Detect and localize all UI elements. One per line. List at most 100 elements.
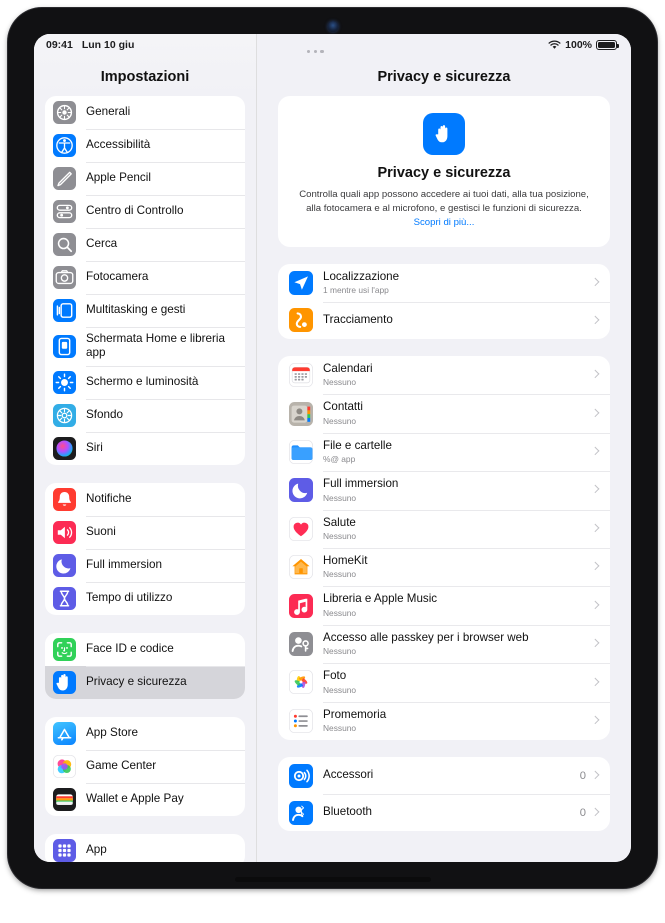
chevron-right-icon [592, 446, 599, 457]
content-header: Privacy e sicurezza [257, 34, 631, 96]
chevron-right-icon [592, 600, 599, 611]
learn-more-link[interactable]: Scopri di più... [414, 217, 475, 228]
chevron-right-icon [592, 370, 599, 381]
settings-row-bluetooth[interactable]: Bluetooth 0 [278, 794, 610, 831]
sidebar-item-notifiche[interactable]: Notifiche [45, 483, 245, 516]
settings-row-subtitle: Nessuno [323, 569, 357, 580]
settings-row-subtitle: 1 mentre usi l'app [323, 285, 389, 296]
sidebar-item-fotocamera[interactable]: Fotocamera [45, 261, 245, 294]
music-note-icon [289, 593, 313, 618]
sidebar-item-label: Centro di Controllo [86, 204, 184, 218]
sidebar-item-privacy-e-sicurezza[interactable]: Privacy e sicurezza [45, 665, 245, 699]
chevron-right-icon [592, 639, 599, 650]
speaker-icon [53, 520, 76, 544]
settings-row-title: Calendari [323, 361, 373, 375]
heart-icon [289, 516, 313, 541]
hero-description: Controlla quali app possono accedere ai … [298, 188, 590, 231]
chevron-right-icon [592, 523, 599, 534]
sidebar-item-game-center[interactable]: Game Center [45, 749, 245, 783]
sidebar-item-label: Multitasking e gesti [86, 303, 186, 317]
sidebar-item-apple-pencil[interactable]: Apple Pencil [45, 162, 245, 195]
settings-row-contatti[interactable]: Contatti Nessuno [278, 394, 610, 432]
sidebar-group: Notifiche Suoni Full immersion Tempo di uti… [45, 482, 245, 615]
sidebar-item-label: Full immersion [86, 557, 162, 571]
sidebar-item-face-id-e-codice[interactable]: Face ID e codice [45, 633, 245, 666]
sidebar-item-wallet-e-apple-pay[interactable]: Wallet e Apple Pay [45, 782, 245, 816]
home-indicator[interactable] [234, 877, 431, 882]
game-center-icon [53, 754, 76, 778]
settings-row-libreria-e-apple-music[interactable]: Libreria e Apple Music Nessuno [278, 586, 610, 624]
settings-row-tracciamento[interactable]: Tracciamento [278, 301, 610, 339]
settings-row-text: Salute Nessuno [323, 516, 592, 542]
content-pane: Privacy e sicurezza Privacy e sicurezza … [257, 34, 631, 862]
settings-row-accessori[interactable]: Accessori 0 [278, 757, 610, 794]
house-icon [289, 555, 313, 580]
settings-row-calendari[interactable]: Calendari Nessuno [278, 356, 610, 394]
sidebar-item-app[interactable]: App [45, 834, 245, 862]
sidebar-scroll-area[interactable]: Generali Accessibilità Apple Pencil Centro … [34, 96, 256, 862]
sidebar-item-label: Fotocamera [86, 270, 149, 284]
sidebar-item-tempo-di-utilizzo[interactable]: Tempo di utilizzo [45, 581, 245, 615]
sidebar-group: Generali Accessibilità Apple Pencil Centro … [45, 96, 245, 465]
pencil-icon [53, 167, 76, 190]
settings-row-full-immersion[interactable]: Full immersion Nessuno [278, 471, 610, 509]
multitask-dots-icon[interactable] [307, 50, 324, 54]
content-page-title: Privacy e sicurezza [377, 69, 511, 85]
settings-row-subtitle: Nessuno [323, 723, 357, 734]
settings-row-text: File e cartelle %@ app [323, 439, 592, 465]
chevron-right-icon [592, 677, 599, 688]
hero-description-text: Controlla quali app possono accedere ai … [299, 189, 589, 215]
sidebar-item-label: Accessibilità [86, 138, 151, 152]
sidebar-item-suoni[interactable]: Suoni [45, 515, 245, 549]
settings-row-title: Promemoria [323, 707, 387, 721]
home-screen-icon [53, 334, 76, 358]
sidebar-item-app-store[interactable]: App Store [45, 717, 245, 750]
bell-icon [53, 487, 76, 511]
sidebar-item-accessibilit[interactable]: Accessibilità [45, 129, 245, 162]
sidebar-item-label: Cerca [86, 237, 118, 251]
settings-row-subtitle: Nessuno [323, 415, 357, 426]
photos-icon [289, 670, 313, 695]
sidebar-item-cerca[interactable]: Cerca [45, 228, 245, 261]
sidebar-header: Impostazioni [34, 34, 256, 96]
settings-row-homekit[interactable]: HomeKit Nessuno [278, 548, 610, 586]
content-scroll-area[interactable]: Privacy e sicurezza Controlla quali app … [257, 96, 631, 862]
settings-row-salute[interactable]: Salute Nessuno [278, 509, 610, 548]
settings-row-text: Calendari Nessuno [323, 362, 592, 388]
settings-row-text: Contatti Nessuno [323, 400, 592, 426]
settings-row-file-e-cartelle[interactable]: File e cartelle %@ app [278, 432, 610, 471]
settings-row-text: Tracciamento [323, 313, 592, 327]
sidebar-group: Face ID e codice Privacy e sicurezza [45, 632, 245, 699]
settings-row-text: Bluetooth [323, 805, 580, 819]
settings-row-value: 0 [579, 769, 586, 782]
sidebar-item-sfondo[interactable]: Sfondo [45, 398, 245, 432]
chevron-right-icon [592, 770, 599, 781]
ipad-screen: 09:41 Lun 10 giu 100% Impostazioni Gener… [34, 34, 631, 862]
settings-row-title: File e cartelle [323, 438, 392, 452]
ipad-device-frame: 09:41 Lun 10 giu 100% Impostazioni Gener… [8, 8, 657, 888]
settings-row-localizzazione[interactable]: Localizzazione 1 mentre usi l'app [278, 264, 610, 302]
sidebar-item-siri[interactable]: Siri [45, 431, 245, 465]
sidebar-item-schermo-e-luminosit[interactable]: Schermo e luminosità [45, 365, 245, 399]
settings-sidebar: Impostazioni Generali Accessibilità Apple … [34, 34, 257, 862]
sidebar-item-full-immersion[interactable]: Full immersion [45, 548, 245, 582]
settings-row-text: HomeKit Nessuno [323, 554, 592, 580]
settings-row-title: Localizzazione [323, 269, 400, 283]
settings-row-foto[interactable]: Foto Nessuno [278, 663, 610, 701]
camera-icon [53, 266, 76, 289]
sidebar-item-centro-di-controllo[interactable]: Centro di Controllo [45, 195, 245, 228]
settings-row-accesso-alle-passkey-per-i-browser-web[interactable]: Accesso alle passkey per i browser web Ne… [278, 624, 610, 663]
settings-row-promemoria[interactable]: Promemoria Nessuno [278, 701, 610, 740]
siri-icon [53, 436, 76, 460]
tracking-icon [289, 308, 313, 333]
sidebar-item-schermata-home-e-libreria-app[interactable]: Schermata Home e libreria app [45, 327, 245, 366]
sidebar-item-generali[interactable]: Generali [45, 96, 245, 129]
chevron-right-icon [592, 277, 599, 288]
apps-grid-icon [53, 838, 76, 862]
hourglass-icon [53, 586, 76, 610]
sidebar-item-label: App [86, 842, 107, 856]
face-id-icon [53, 637, 76, 661]
sidebar-item-multitasking-e-gesti[interactable]: Multitasking e gesti [45, 294, 245, 327]
sidebar-item-label: Suoni [86, 524, 116, 538]
sidebar-item-label: Wallet e Apple Pay [86, 791, 184, 805]
